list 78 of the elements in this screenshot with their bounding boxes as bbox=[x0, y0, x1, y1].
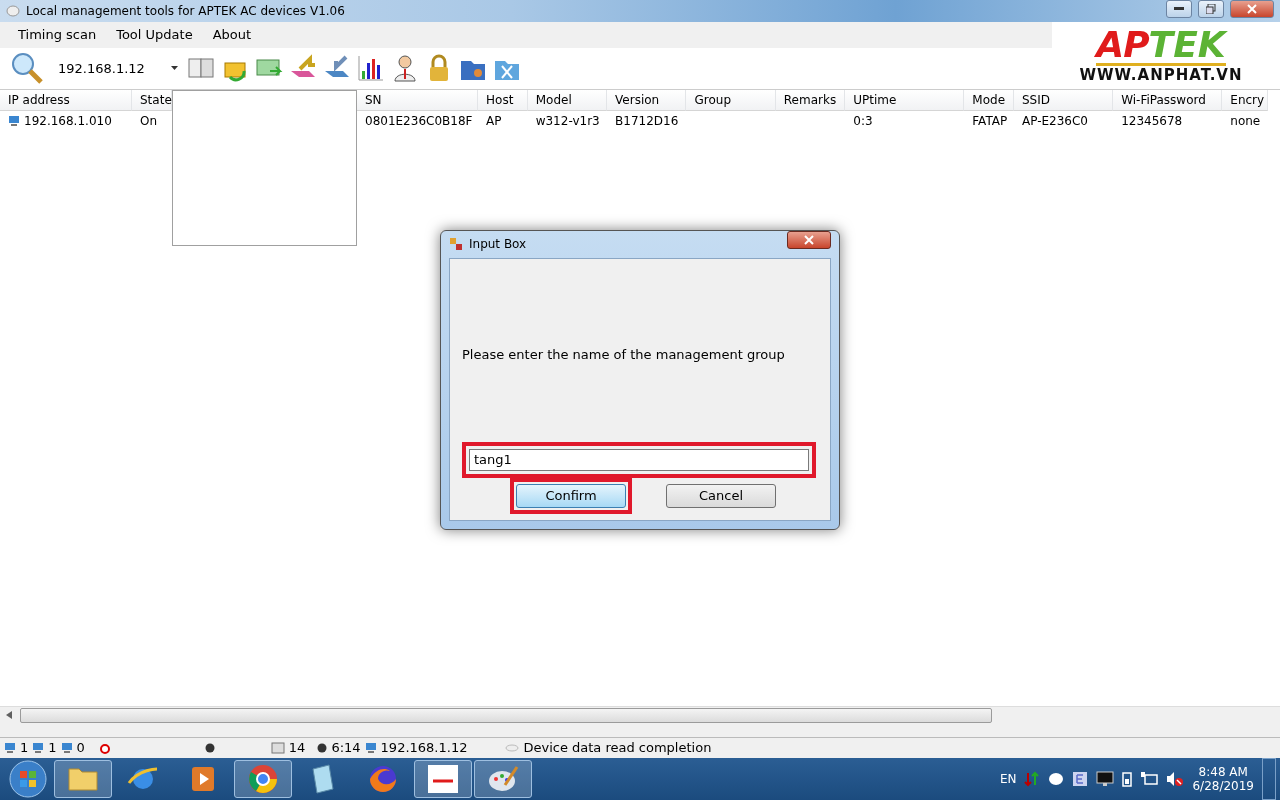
status-text: 1 bbox=[48, 740, 57, 756]
language-indicator[interactable]: EN bbox=[999, 771, 1017, 786]
dot-icon bbox=[317, 742, 328, 753]
menu-item[interactable]: Timing scan bbox=[8, 25, 107, 45]
computer-icon bbox=[60, 741, 73, 754]
column-header[interactable]: Version bbox=[607, 89, 687, 111]
show-desktop-button[interactable] bbox=[1262, 757, 1276, 800]
taskbar-button[interactable] bbox=[54, 759, 112, 798]
app-icon bbox=[6, 3, 20, 18]
column-header[interactable]: Model bbox=[527, 89, 608, 111]
computer-icon bbox=[8, 115, 20, 128]
computer-icon bbox=[364, 741, 377, 754]
close-button[interactable] bbox=[1230, 0, 1274, 18]
table-cell-text: 0801E236C0B18F bbox=[364, 114, 474, 129]
cancel-button[interactable]: Cancel bbox=[666, 483, 776, 508]
table-cell-text: AP bbox=[485, 114, 503, 129]
restore-button[interactable] bbox=[1198, 0, 1224, 18]
clock-time: 8:48 AM bbox=[1198, 764, 1248, 779]
column-header[interactable]: Remarks bbox=[775, 89, 846, 111]
menu-item[interactable]: Tool Update bbox=[106, 25, 203, 45]
taskbar-button[interactable] bbox=[414, 759, 472, 798]
input-field[interactable]: tang1 bbox=[469, 448, 809, 471]
bar-chart-icon[interactable] bbox=[356, 53, 386, 84]
caret-icon bbox=[171, 66, 178, 71]
muted-speaker-icon[interactable] bbox=[1166, 770, 1185, 787]
letter-e-icon[interactable] bbox=[1072, 770, 1089, 787]
confirm-button[interactable]: Confirm bbox=[516, 483, 626, 508]
table-cell-text: 12345678 bbox=[1120, 114, 1184, 129]
column-header[interactable]: Group bbox=[686, 89, 776, 111]
clock-date: 6/28/2019 bbox=[1192, 778, 1254, 793]
address-dropdown[interactable]: 192.168.1.12 bbox=[48, 55, 182, 82]
table-cell-text: none bbox=[1229, 114, 1262, 129]
column-header[interactable]: SN bbox=[357, 89, 479, 111]
column-header[interactable]: State bbox=[132, 89, 172, 111]
taskbar-button[interactable] bbox=[234, 759, 292, 798]
status-text: Device data read completion bbox=[523, 740, 712, 756]
restore-icon bbox=[1206, 3, 1216, 14]
status-text: 192.168.1.12 bbox=[380, 740, 468, 756]
network-icon[interactable] bbox=[1140, 770, 1159, 787]
table-cell-text: 0:3 bbox=[852, 114, 874, 129]
column-header[interactable]: SSID bbox=[1013, 89, 1114, 111]
status-text: 1 bbox=[20, 740, 29, 756]
monitor-icon[interactable] bbox=[1096, 770, 1115, 787]
column-header[interactable]: Mode bbox=[964, 89, 1014, 111]
table-cell-text: FATAP bbox=[971, 114, 1009, 129]
arrows-icon[interactable] bbox=[1024, 770, 1041, 787]
table-cell-text: On bbox=[139, 114, 159, 129]
status-text: 0 bbox=[76, 740, 85, 756]
minimize-icon bbox=[1174, 6, 1184, 11]
status-text: 6:14 bbox=[331, 740, 361, 756]
window-title: Local management tools for APTEK AC devices V1.06 bbox=[26, 3, 346, 18]
battery-icon[interactable] bbox=[1122, 770, 1133, 787]
table-cell: 192.168.1.010 bbox=[24, 114, 112, 129]
dialog-title: Input Box bbox=[469, 237, 528, 252]
column-header[interactable]: UPtime bbox=[845, 89, 965, 111]
computer-icon bbox=[32, 741, 45, 754]
column-header[interactable]: Wi-FiPassword bbox=[1113, 89, 1223, 111]
search-icon[interactable] bbox=[10, 51, 44, 86]
menu-item[interactable]: About bbox=[202, 25, 262, 45]
scroll-left-icon[interactable] bbox=[6, 711, 12, 720]
column-header[interactable]: IP address bbox=[0, 89, 132, 111]
computer-icon bbox=[4, 741, 16, 754]
dot-icon bbox=[204, 742, 215, 753]
column-header[interactable]: Host bbox=[478, 89, 528, 111]
alarm-clock-icon bbox=[98, 741, 111, 754]
minimize-button[interactable] bbox=[1166, 0, 1192, 18]
table-cell-text: w312-v1r3 bbox=[534, 114, 601, 129]
taskbar-button[interactable] bbox=[474, 759, 532, 798]
close-icon bbox=[1247, 3, 1257, 14]
table-cell-text: B1712D16 bbox=[614, 114, 680, 129]
horizontal-scrollbar[interactable] bbox=[0, 706, 1280, 723]
app-icon bbox=[449, 237, 463, 252]
column-header[interactable]: Encry bbox=[1222, 89, 1268, 111]
status-text: 14 bbox=[288, 740, 306, 756]
close-button[interactable] bbox=[787, 231, 831, 250]
close-icon bbox=[804, 235, 814, 246]
table-cell-text: AP-E236C0 bbox=[1020, 114, 1089, 129]
dialog-message: Please enter the name of the management group bbox=[462, 346, 786, 362]
